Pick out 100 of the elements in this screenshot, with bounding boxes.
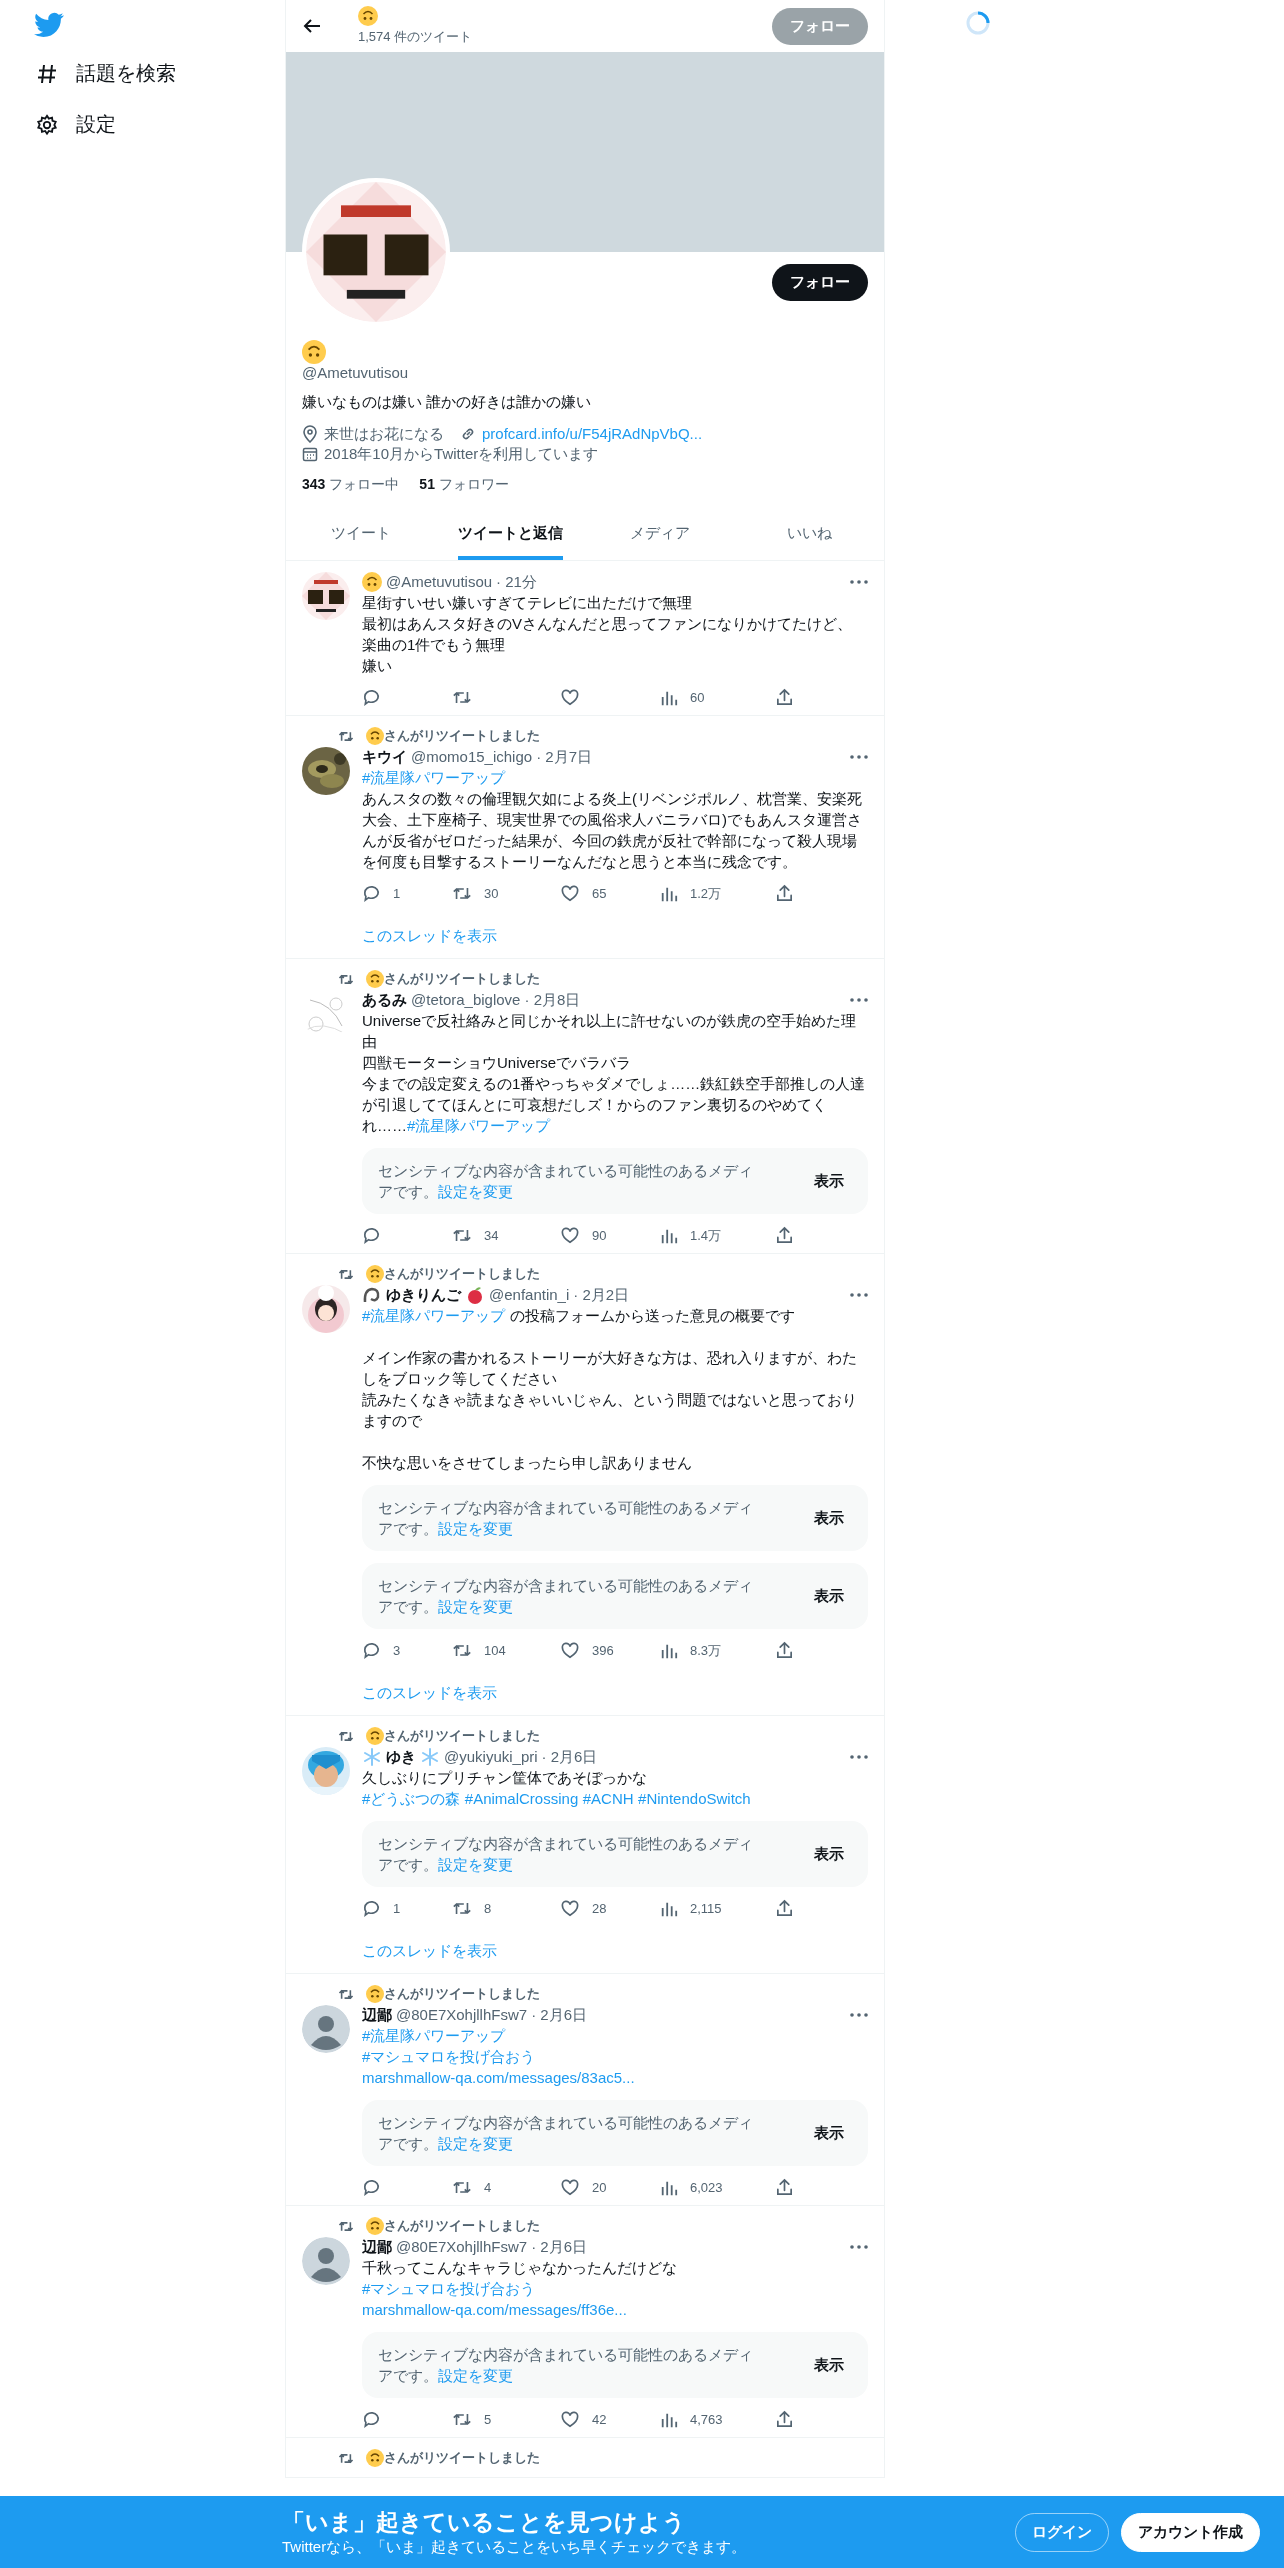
show-button[interactable]: 表示 bbox=[806, 1844, 852, 1864]
upside-down-face-icon bbox=[302, 340, 326, 364]
heart-icon[interactable] bbox=[560, 688, 580, 707]
user-name[interactable]: 辺鄙 bbox=[362, 2237, 392, 2257]
more-icon[interactable] bbox=[850, 1755, 868, 1759]
share-icon[interactable] bbox=[775, 884, 794, 903]
stat-count: 65 bbox=[592, 886, 607, 901]
reply-icon[interactable] bbox=[362, 2410, 381, 2429]
stat-count: 28 bbox=[592, 1901, 607, 1916]
user-name[interactable]: ゆきりんご bbox=[386, 1285, 461, 1305]
tweet-text: 最初はあんスタ好きのVさんなんだと思ってファンになりかけてたけど、 bbox=[362, 614, 853, 634]
profile-tab[interactable]: ツイート bbox=[286, 508, 436, 560]
share-icon[interactable] bbox=[775, 1899, 794, 1918]
tweet-date[interactable]: · 2月7日 bbox=[536, 747, 592, 767]
user-name[interactable]: ゆき bbox=[386, 1747, 416, 1767]
user-name[interactable]: 辺鄙 bbox=[362, 2005, 392, 2025]
reply-icon[interactable] bbox=[362, 1641, 381, 1660]
tweet-count: 1,574 件のツイート bbox=[358, 28, 474, 46]
tweet-text: 不快な思いをさせてしまったら申し訳ありません bbox=[362, 1453, 693, 1473]
heart-icon[interactable] bbox=[560, 884, 580, 903]
signup-button[interactable]: アカウント作成 bbox=[1121, 2512, 1260, 2552]
reply-icon[interactable] bbox=[362, 2178, 381, 2197]
sidebar-item[interactable]: 話題を検索 bbox=[22, 48, 190, 99]
more-icon[interactable] bbox=[850, 580, 868, 584]
show-button[interactable]: 表示 bbox=[806, 1171, 852, 1191]
tweet-text: 今までの設定変えるの1番やっちゃダメでしょ……鉄紅鉄空手部推しの人達が引退しててほんとに可哀想だしズ！からのファン裏切るのやめてくれ……#流星隊パワーアップ bbox=[362, 1074, 867, 1136]
banner-title: 「いま」起きていることを見つけよう bbox=[282, 2508, 687, 2537]
snowflake-icon bbox=[420, 1747, 440, 1767]
heart-icon[interactable] bbox=[560, 2178, 580, 2197]
show-button[interactable]: 表示 bbox=[806, 1508, 852, 1528]
stat-count: 8.3万 bbox=[690, 1641, 722, 1660]
more-icon[interactable] bbox=[850, 998, 868, 1002]
reply-icon[interactable] bbox=[362, 1899, 381, 1918]
heart-icon[interactable] bbox=[560, 2410, 580, 2429]
tweet-date[interactable]: · 2月6日 bbox=[531, 2237, 587, 2257]
follow-button[interactable]: フォロー bbox=[772, 264, 868, 301]
more-icon[interactable] bbox=[850, 2013, 868, 2017]
sensitive-media-text: センシティブな内容が含まれている可能性のあるメディアです。設定を変更 bbox=[378, 2345, 754, 2386]
following-count[interactable]: 343 フォロー中 bbox=[302, 476, 400, 494]
loading-spinner-icon bbox=[965, 10, 991, 36]
user-name[interactable]: キウイ bbox=[362, 747, 407, 767]
share-icon[interactable] bbox=[775, 688, 794, 707]
upside-down-face-icon bbox=[366, 970, 384, 988]
more-icon[interactable] bbox=[850, 1293, 868, 1297]
retweet-label: さんがリツイートしました bbox=[384, 2449, 540, 2467]
reply-icon[interactable] bbox=[362, 1226, 381, 1245]
more-icon[interactable] bbox=[850, 755, 868, 759]
sensitive-media-text: センシティブな内容が含まれている可能性のあるメディアです。設定を変更 bbox=[378, 2113, 754, 2154]
tweet-date[interactable]: · 2月2日 bbox=[573, 1285, 630, 1305]
stat-count: 20 bbox=[592, 2180, 607, 2195]
knot-icon bbox=[362, 1285, 382, 1305]
user-handle[interactable]: @enfantin_i bbox=[489, 1285, 570, 1305]
user-handle[interactable]: @yukiyuki_pri bbox=[444, 1747, 538, 1767]
share-icon[interactable] bbox=[775, 1226, 794, 1245]
user-name[interactable]: あるみ bbox=[362, 990, 407, 1010]
show-button[interactable]: 表示 bbox=[806, 1586, 852, 1606]
default-avatar-icon bbox=[302, 2237, 350, 2285]
bird-icon[interactable] bbox=[34, 12, 64, 38]
tweet-text: 楽曲の1件でもう無理 bbox=[362, 635, 507, 655]
profile-location: 来世はお花になる bbox=[324, 424, 444, 444]
retweet-label: さんがリツイートしました bbox=[384, 1985, 540, 2003]
show-button[interactable]: 表示 bbox=[806, 2355, 852, 2375]
reply-icon[interactable] bbox=[362, 688, 381, 707]
user-handle[interactable]: @Ametuvutisou bbox=[386, 572, 493, 592]
more-icon[interactable] bbox=[850, 2245, 868, 2249]
profile-tab[interactable]: いいね bbox=[734, 508, 884, 560]
stat-count: 2,115 bbox=[690, 1901, 722, 1916]
heart-icon[interactable] bbox=[560, 1899, 580, 1918]
heart-icon[interactable] bbox=[560, 1641, 580, 1660]
profile-tab[interactable]: ツイートと返信 bbox=[435, 508, 585, 560]
snowflake-icon bbox=[362, 1747, 382, 1767]
share-icon[interactable] bbox=[775, 1641, 794, 1660]
profile-tab[interactable]: メディア bbox=[585, 508, 735, 560]
reply-icon[interactable] bbox=[362, 884, 381, 903]
upside-down-face-icon bbox=[366, 1985, 384, 2003]
tweet-text: 星街すいせい嫌いすぎてテレビに出ただけで無理 bbox=[362, 593, 693, 613]
heart-icon[interactable] bbox=[560, 1226, 580, 1245]
sensitive-media-text: センシティブな内容が含まれている可能性のあるメディアです。設定を変更 bbox=[378, 1161, 754, 1202]
show-button[interactable]: 表示 bbox=[806, 2123, 852, 2143]
share-icon[interactable] bbox=[775, 2410, 794, 2429]
user-handle[interactable]: @tetora_biglove bbox=[411, 990, 521, 1010]
banner-subtitle: Twitterなら、「いま」起きていることをいち早くチェックできます。 bbox=[282, 2538, 748, 2557]
upside-down-face-icon bbox=[366, 727, 384, 745]
followers-count[interactable]: 51 フォロワー bbox=[419, 476, 509, 494]
retweet-label: さんがリツイートしました bbox=[384, 1265, 540, 1283]
user-handle[interactable]: @80E7XohjllhFsw7 bbox=[396, 2005, 528, 2025]
stat-count: 1 bbox=[393, 886, 401, 901]
upside-down-face-icon bbox=[366, 2449, 384, 2467]
sidebar-item[interactable]: 設定 bbox=[22, 99, 130, 150]
tweet-date[interactable]: · 2月8日 bbox=[524, 990, 581, 1010]
tweet-date[interactable]: · 2月6日 bbox=[541, 1747, 598, 1767]
stat-count: 1.4万 bbox=[690, 1226, 722, 1245]
tweet-date[interactable]: · 2月6日 bbox=[531, 2005, 587, 2025]
retweet-label: さんがリツイートしました bbox=[384, 727, 540, 745]
share-icon[interactable] bbox=[775, 2178, 794, 2197]
user-handle[interactable]: @80E7XohjllhFsw7 bbox=[396, 2237, 528, 2257]
sensitive-media-text: センシティブな内容が含まれている可能性のあるメディアです。設定を変更 bbox=[378, 1498, 754, 1539]
location-pin-icon bbox=[302, 425, 318, 443]
user-handle[interactable]: @momo15_ichigo bbox=[411, 747, 533, 767]
tweet-date[interactable]: · 21分 bbox=[496, 572, 537, 592]
